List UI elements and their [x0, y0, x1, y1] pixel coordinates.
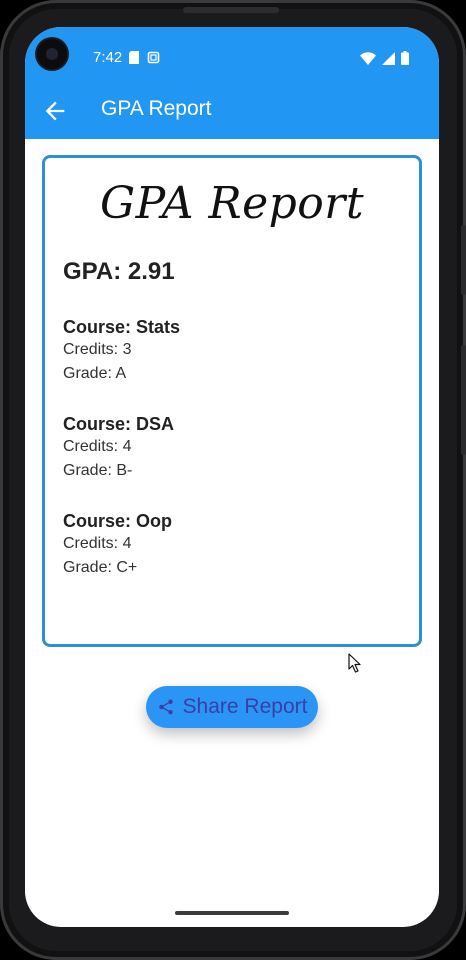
back-button[interactable] [41, 97, 69, 125]
share-icon [158, 699, 173, 715]
course-name: Course: DSA [63, 414, 175, 434]
screen: 7:42 GPA Report GPA Report GPA: 2.91 Cou… [25, 27, 439, 927]
gpa-value: GPA: 2.91 [63, 258, 175, 285]
status-time: 7:42 [93, 49, 123, 66]
app-bar: GPA Report [25, 83, 439, 139]
speaker-grille [183, 7, 279, 13]
status-bar: 7:42 [25, 27, 439, 83]
status-icons-left [129, 51, 160, 64]
report-heading: GPA Report [99, 178, 364, 229]
gesture-nav-bar[interactable] [175, 911, 289, 915]
page-title: GPA Report [101, 97, 212, 120]
signal-icon [382, 51, 395, 65]
course-credits: Credits: 3 [63, 341, 132, 358]
status-icons-right [360, 51, 409, 65]
phone-frame: 7:42 GPA Report GPA Report GPA: 2.91 Cou… [0, 0, 466, 960]
report-card: GPA Report GPA: 2.91 Course: Stats Credi… [42, 155, 422, 647]
course-grade: Grade: A [63, 365, 127, 382]
list-item: Course: Oop Credits: 4 Grade: C+ [63, 510, 180, 607]
course-name: Course: Stats [63, 317, 181, 337]
sd-card-icon [129, 51, 139, 64]
power-button[interactable] [461, 225, 466, 295]
course-list: Course: Stats Credits: 3 Grade: A Course… [63, 316, 180, 607]
mouse-cursor-icon [348, 653, 361, 673]
arrow-back-icon [45, 101, 65, 121]
course-credits: Credits: 4 [63, 438, 132, 455]
course-name: Course: Oop [63, 511, 173, 531]
wifi-icon [360, 51, 376, 65]
share-report-button[interactable]: Share Report [146, 686, 318, 728]
list-item: Course: Stats Credits: 3 Grade: A [63, 316, 180, 413]
course-grade: Grade: B- [63, 462, 133, 479]
share-button-label: Share Report [182, 695, 308, 718]
volume-button[interactable] [461, 345, 466, 455]
battery-icon [401, 51, 409, 65]
screenshot-icon [147, 51, 160, 64]
course-credits: Credits: 4 [63, 535, 132, 552]
list-item: Course: DSA Credits: 4 Grade: B- [63, 413, 180, 510]
front-camera [37, 39, 67, 69]
course-grade: Grade: C+ [63, 559, 138, 576]
